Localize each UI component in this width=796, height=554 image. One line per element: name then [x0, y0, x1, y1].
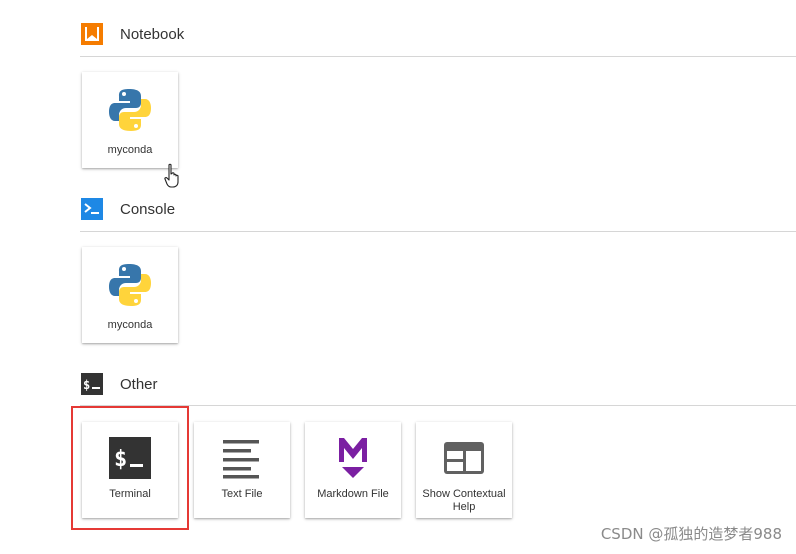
show-contextual-help-card[interactable]: Show Contextual Help [416, 422, 512, 518]
markdown-icon [331, 436, 375, 480]
terminal-highlight-box [71, 406, 189, 530]
text-file-icon [220, 436, 264, 480]
section-title-console: Console [120, 200, 176, 218]
console-card-myconda[interactable]: myconda [82, 247, 178, 343]
card-label: Markdown File [317, 488, 389, 500]
terminal-icon: $ [80, 372, 104, 396]
hand-cursor-icon [164, 163, 179, 188]
console-icon [80, 197, 104, 221]
notebook-card-myconda[interactable]: myconda [82, 72, 178, 168]
card-label: myconda [107, 144, 153, 156]
section-header-other: $ Other [80, 371, 796, 397]
section-title-other: Other [120, 375, 158, 393]
section-divider [80, 56, 796, 57]
text-file-card[interactable]: Text File [194, 422, 290, 518]
watermark: CSDN @孤独的造梦者988 [600, 525, 782, 543]
card-label: myconda [107, 319, 153, 331]
card-label: Text File [221, 488, 263, 500]
section-header-console: Console [80, 196, 796, 222]
section-title-notebook: Notebook [120, 25, 185, 43]
section-divider [80, 231, 796, 232]
svg-text:$: $ [83, 378, 90, 392]
notebook-icon [80, 22, 104, 46]
contextual-help-icon [442, 436, 486, 480]
markdown-file-card[interactable]: Markdown File [305, 422, 401, 518]
card-label: Show Contextual Help [422, 488, 506, 513]
section-header-notebook: Notebook [80, 21, 796, 47]
python-logo-icon [104, 259, 156, 311]
python-logo-icon [104, 84, 156, 136]
